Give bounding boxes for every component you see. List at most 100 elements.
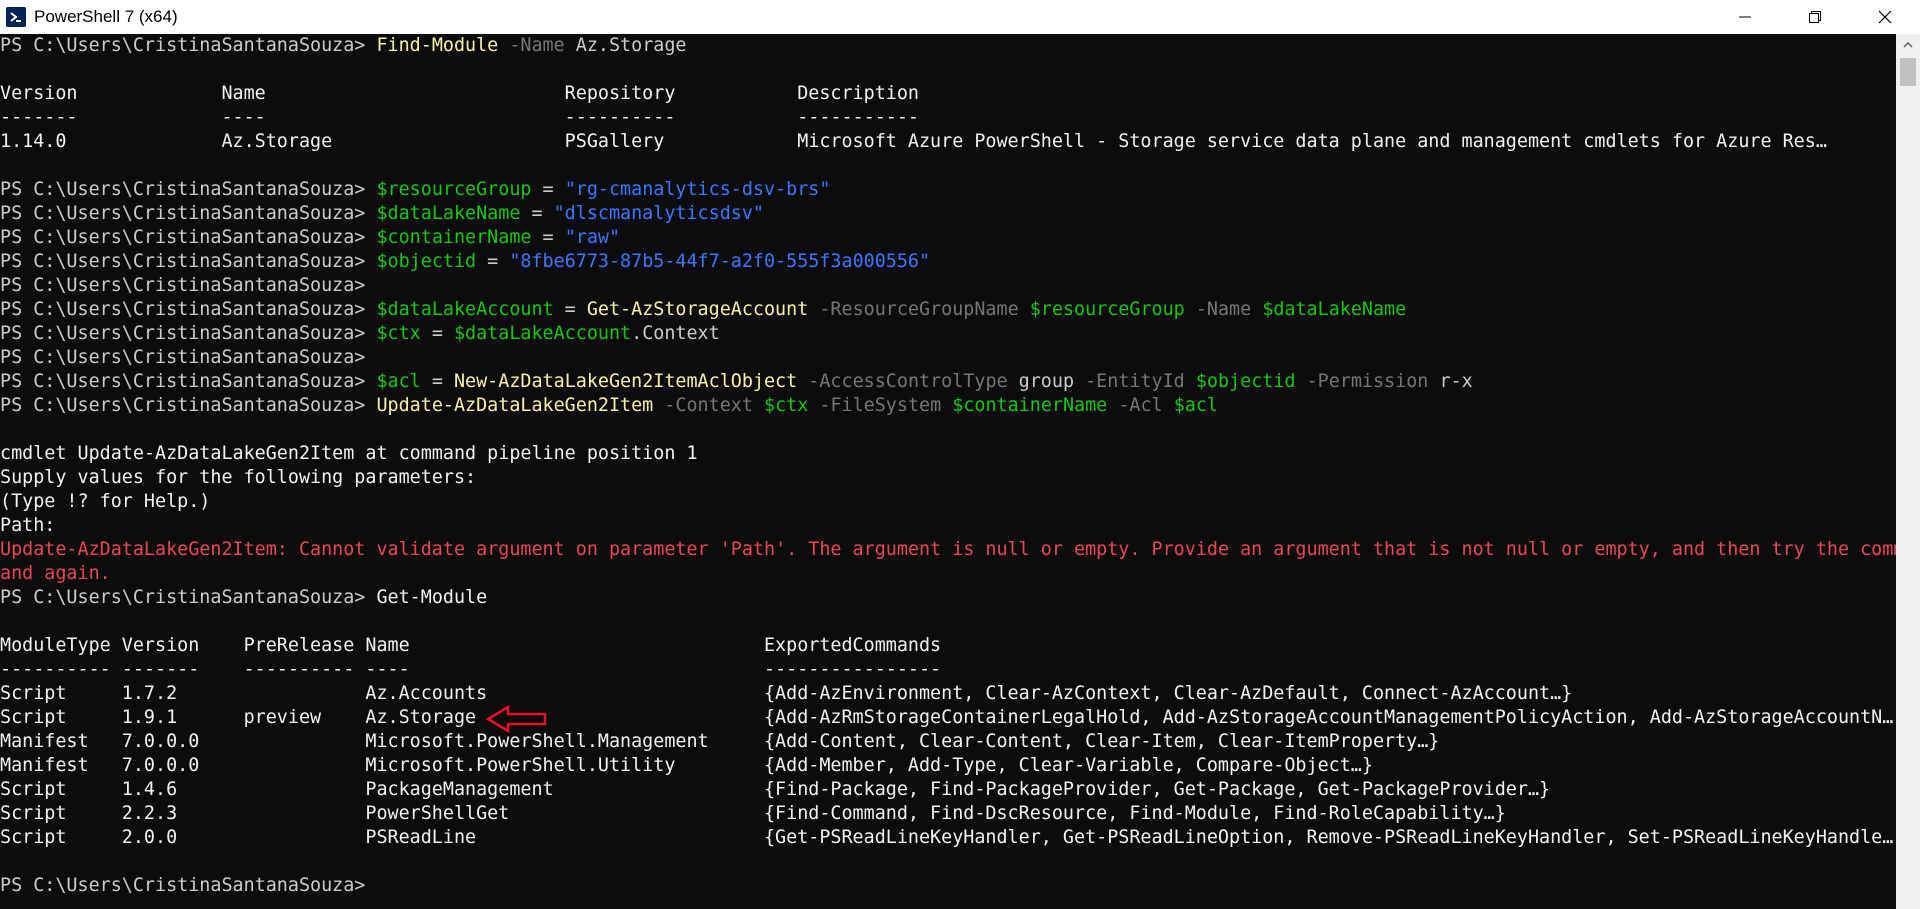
chevron-up-icon [1903,42,1913,48]
command-token: Find-Module [376,35,499,56]
prompt: PS C:\Users\CristinaSantanaSouza> [0,227,377,248]
command-text: Get-Module [376,587,488,608]
table-row: Manifest 7.0.0.0 Microsoft.PowerShell.Ut… [0,755,1373,776]
variable-token: $dataLakeName [1251,299,1407,320]
output-line: (Type !? for Help.) [0,491,211,512]
command-token: New-AzDataLakeGen2ItemAclObject [453,371,798,392]
operator-token: = [420,323,454,344]
prompt: PS C:\Users\CristinaSantanaSouza> [0,395,377,416]
prompt: PS C:\Users\CristinaSantanaSouza> [0,587,377,608]
parameter-token: -Name [1184,299,1252,320]
prompt: PS C:\Users\CristinaSantanaSouza> [0,35,377,56]
variable-token: $ctx [752,395,809,416]
variable-token: $acl [376,371,421,392]
prompt: PS C:\Users\CristinaSantanaSouza> [0,203,377,224]
parameter-token: -Permission [1295,371,1429,392]
parameter-token: -Context [653,395,753,416]
string-token: "dlscmanalyticsdsv" [553,203,764,224]
parameter-token: -Acl [1107,395,1163,416]
minimize-icon [1739,16,1751,18]
terminal-output[interactable]: PS C:\Users\CristinaSantanaSouza> Find-M… [0,34,1896,909]
terminal-line: PS C:\Users\CristinaSantanaSouza> $ctx =… [0,322,1896,346]
terminal-line: PS C:\Users\CristinaSantanaSouza> $dataL… [0,298,1896,322]
terminal-line: PS C:\Users\CristinaSantanaSouza> Update… [0,394,1896,418]
parameter-token: -EntityId [1074,371,1185,392]
terminal-line: PS C:\Users\CristinaSantanaSouza> Get-Mo… [0,586,1896,610]
terminal-line: PS C:\Users\CristinaSantanaSouza> Find-M… [0,34,1896,58]
table-separator: ------- ---- ---------- ----------- [0,107,919,128]
maximize-icon [1809,11,1821,23]
prompt: PS C:\Users\CristinaSantanaSouza> [0,371,377,392]
table-row: 1.14.0 Az.Storage PSGallery Microsoft Az… [0,131,1827,152]
variable-token: $containerName [376,227,532,248]
table-row: Manifest 7.0.0.0 Microsoft.PowerShell.Ma… [0,731,1440,752]
table-row: Script 2.0.0 PSReadLine {Get-PSReadLineK… [0,827,1894,848]
prompt: PS C:\Users\CristinaSantanaSouza> [0,299,377,320]
table-header: ModuleType Version PreRelease Name Expor… [0,635,942,656]
string-token: "rg-cmanalytics-dsv-brs" [564,179,831,200]
red-arrow-icon [486,705,547,733]
maximize-button[interactable] [1780,0,1850,34]
variable-token: $objectid [1184,371,1296,392]
string-token: "8fbe6773-87b5-44f7-a2f0-555f3a000556" [509,251,931,272]
variable-token: $objectid [376,251,477,272]
parameter-token: -ResourceGroupName [808,299,1019,320]
argument-token: Az.Storage [564,35,687,56]
table-header: Version Name Repository Description [0,83,919,104]
argument-token: r-x [1428,371,1473,392]
prompt: PS C:\Users\CristinaSantanaSouza> [0,347,377,368]
member-token: .Context [631,323,720,344]
terminal-line: PS C:\Users\CristinaSantanaSouza> [0,274,1896,298]
terminal-line: PS C:\Users\CristinaSantanaSouza> [0,346,1896,370]
variable-token: $resourceGroup [376,179,532,200]
output-line: Supply values for the following paramete… [0,467,477,488]
terminal-line: PS C:\Users\CristinaSantanaSouza> $objec… [0,250,1896,274]
prompt: PS C:\Users\CristinaSantanaSouza> [0,875,377,896]
command-token: Update-AzDataLakeGen2Item [376,395,654,416]
terminal-line: PS C:\Users\CristinaSantanaSouza> [0,874,1896,898]
table-row: Script 1.4.6 PackageManagement {Find-Pac… [0,779,1551,800]
parameter-token: -AccessControlType [797,371,1008,392]
error-line: Update-AzDataLakeGen2Item: Cannot valida… [0,539,1896,560]
output-line: Path: [0,515,56,536]
terminal-line: PS C:\Users\CristinaSantanaSouza> $dataL… [0,202,1896,226]
window-titlebar[interactable]: PowerShell 7 (x64) [0,0,1920,34]
parameter-token: -Name [498,35,565,56]
variable-token: $dataLakeName [376,203,521,224]
minimize-button[interactable] [1710,0,1780,34]
window-title: PowerShell 7 (x64) [34,7,178,26]
variable-token: $dataLakeAccount [453,323,632,344]
terminal-line: PS C:\Users\CristinaSantanaSouza> $acl =… [0,370,1896,394]
variable-token: $ctx [376,323,421,344]
scroll-up-button[interactable] [1896,34,1920,56]
variable-token: $dataLakeAccount [376,299,554,320]
operator-token: = [531,227,565,248]
operator-token: = [476,251,510,272]
string-token: "raw" [564,227,621,248]
variable-token: $resourceGroup [1018,299,1185,320]
scroll-thumb[interactable] [1900,58,1916,86]
prompt: PS C:\Users\CristinaSantanaSouza> [0,179,377,200]
variable-token: $containerName [941,395,1108,416]
table-row: Script 2.2.3 PowerShellGet {Find-Command… [0,803,1506,824]
operator-token: = [420,371,454,392]
argument-token: group [1007,371,1075,392]
operator-token: = [531,179,565,200]
table-row: Script 1.9.1 preview Az.Storage {Add-AzR… [0,707,1894,728]
operator-token: = [520,203,554,224]
close-button[interactable] [1850,0,1920,34]
output-line: cmdlet Update-AzDataLakeGen2Item at comm… [0,443,698,464]
operator-token: = [553,299,587,320]
parameter-token: -FileSystem [808,395,942,416]
window-controls [1710,0,1920,34]
prompt: PS C:\Users\CristinaSantanaSouza> [0,323,377,344]
vertical-scrollbar[interactable] [1896,34,1920,909]
powershell-icon [6,7,26,27]
terminal-line: PS C:\Users\CristinaSantanaSouza> $resou… [0,178,1896,202]
prompt: PS C:\Users\CristinaSantanaSouza> [0,275,377,296]
